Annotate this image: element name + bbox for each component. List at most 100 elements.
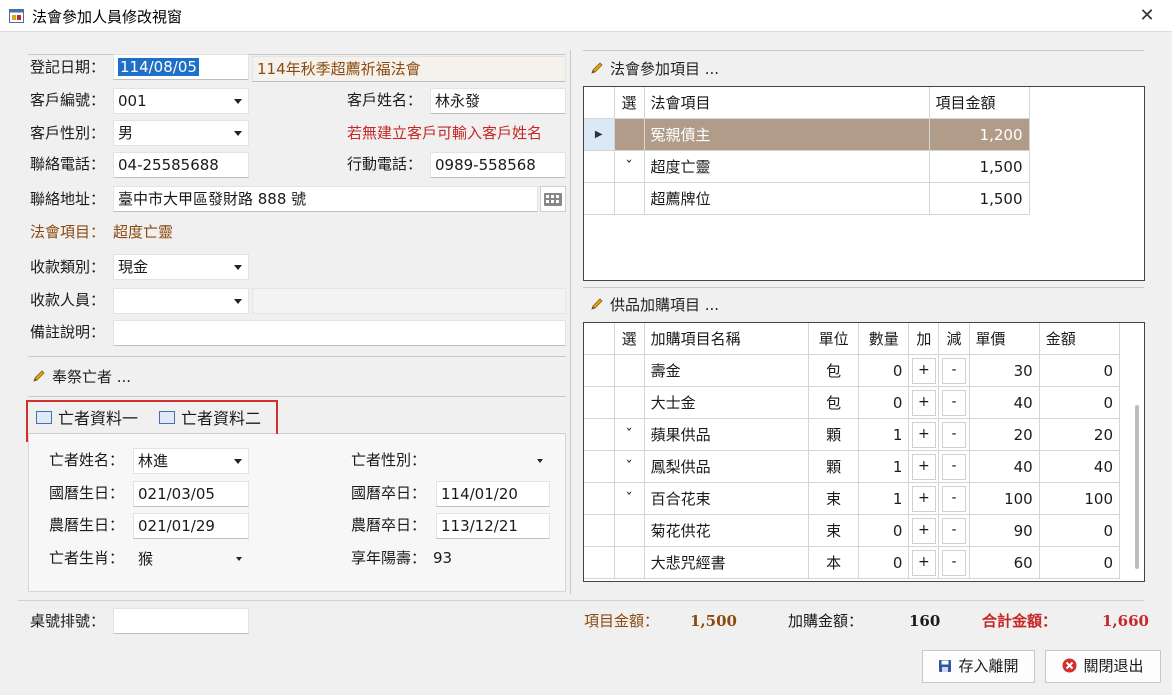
row-header-cell <box>584 182 615 215</box>
note-label: 備註說明： <box>30 323 106 341</box>
row-qty[interactable]: 0 <box>858 354 910 387</box>
deceased-gender-combo[interactable] <box>436 448 550 474</box>
row-qty[interactable]: 0 <box>858 546 910 579</box>
decrement-button[interactable]: - <box>941 421 966 448</box>
decrement-button[interactable]: - <box>941 485 966 512</box>
pay-type-combo[interactable]: 現金 <box>113 254 249 280</box>
row-qty[interactable]: 0 <box>858 386 910 419</box>
row-check[interactable] <box>614 354 645 387</box>
phone-field[interactable]: 04-25585688 <box>113 152 249 178</box>
row-check[interactable] <box>614 386 645 419</box>
note-field[interactable] <box>113 320 566 346</box>
close-icon[interactable]: ✕ <box>1132 2 1162 30</box>
decrement-button[interactable]: - <box>941 357 966 384</box>
row-item-amount: 1,500 <box>929 150 1030 183</box>
lunar-birth-field[interactable]: 021/01/29 <box>133 513 249 539</box>
row-amount: 0 <box>1039 546 1121 579</box>
col-header-amount[interactable]: 項目金額 <box>929 87 1030 119</box>
age-value: 93 <box>433 549 453 567</box>
decrement-button[interactable]: - <box>941 389 966 416</box>
decrement-button[interactable]: - <box>941 517 966 544</box>
zodiac-combo[interactable]: 猴 <box>133 546 249 572</box>
table-row[interactable]: 大悲咒經書本 0 + -60 0 <box>584 546 1121 579</box>
table-row[interactable]: ˇ 百合花束束 1 + -100 100 <box>584 482 1121 515</box>
row-check[interactable]: ˇ <box>614 482 645 515</box>
row-check[interactable]: ˇ <box>614 418 645 451</box>
col-header-amount[interactable]: 金額 <box>1039 323 1121 355</box>
row-item-name: 百合花束 <box>644 482 810 515</box>
increment-button[interactable]: + <box>911 485 936 512</box>
lunar-death-field[interactable]: 113/12/21 <box>436 513 550 539</box>
row-qty[interactable]: 1 <box>858 450 910 483</box>
row-header-cell <box>584 354 615 387</box>
table-row[interactable]: ▶ 冤親債主 1,200 <box>584 118 1030 151</box>
col-header-minus[interactable]: 減 <box>938 323 970 355</box>
decrement-button[interactable]: - <box>941 549 966 576</box>
mobile-field[interactable]: 0989-558568 <box>430 152 566 178</box>
table-row[interactable]: ˇ 蘋果供品顆 1 + -20 20 <box>584 418 1121 451</box>
table-row[interactable]: ˇ 超度亡靈 1,500 <box>584 150 1030 183</box>
col-header-name[interactable]: 加購項目名稱 <box>644 323 810 355</box>
row-minus-cell: - <box>938 546 970 579</box>
row-check[interactable]: ˇ <box>614 150 645 183</box>
customer-no-value: 001 <box>118 92 147 110</box>
keyboard-button[interactable] <box>540 186 566 212</box>
col-header-unit[interactable]: 單位 <box>808 323 860 355</box>
row-item-name: 菊花供花 <box>644 514 810 547</box>
row-minus-cell: - <box>938 514 970 547</box>
increment-button[interactable]: + <box>911 389 936 416</box>
row-check[interactable] <box>614 546 645 579</box>
pay-type-label: 收款類別： <box>30 258 106 276</box>
close-exit-button[interactable]: 關閉退出 <box>1045 650 1161 683</box>
row-amount: 40 <box>1039 450 1121 483</box>
row-qty[interactable]: 1 <box>858 482 910 515</box>
col-header-item[interactable]: 法會項目 <box>644 87 930 119</box>
row-check[interactable]: ˇ <box>614 450 645 483</box>
table-row[interactable]: 菊花供花束 0 + -90 0 <box>584 514 1121 547</box>
row-qty[interactable]: 1 <box>858 418 910 451</box>
customer-name-field[interactable]: 林永發 <box>430 88 566 114</box>
col-header-qty[interactable]: 數量 <box>858 323 910 355</box>
save-exit-button[interactable]: 存入離開 <box>922 650 1035 683</box>
table-row[interactable]: ˇ 鳳梨供品顆 1 + -40 40 <box>584 450 1121 483</box>
col-header-check[interactable]: 選 <box>614 87 645 119</box>
table-row[interactable]: 大士金包 0 + -40 0 <box>584 386 1121 419</box>
payee-combo[interactable] <box>113 288 249 314</box>
scrollbar-thumb[interactable] <box>1135 405 1139 569</box>
reg-date-field[interactable]: 114/08/05 <box>113 54 249 80</box>
col-header-check[interactable]: 選 <box>614 323 645 355</box>
offerings-grid[interactable]: 選 加購項目名稱 單位 數量 加 減 單價 金額 壽金包 0 + -30 0 大士金包 0 +… <box>583 322 1145 582</box>
row-check[interactable] <box>614 514 645 547</box>
col-header-plus[interactable]: 加 <box>908 323 940 355</box>
phone-label: 聯絡電話： <box>30 155 106 173</box>
increment-button[interactable]: + <box>911 357 936 384</box>
row-check[interactable] <box>614 118 645 151</box>
row-header-cell <box>584 87 615 119</box>
address-label: 聯絡地址： <box>30 190 106 208</box>
death-field[interactable]: 114/01/20 <box>436 481 550 507</box>
decrement-button[interactable]: - <box>941 453 966 480</box>
increment-button[interactable]: + <box>911 549 936 576</box>
ceremony-items-grid[interactable]: 選 法會項目 項目金額 ▶ 冤親債主 1,200 ˇ 超度亡靈 1,500 超薦… <box>583 86 1145 281</box>
lunar-birth-label: 農曆生日： <box>49 516 125 534</box>
table-row[interactable]: 超薦牌位 1,500 <box>584 182 1030 215</box>
payee-extra-field[interactable] <box>252 288 566 314</box>
offerings-scrollbar[interactable] <box>1130 323 1144 581</box>
table-row[interactable]: 壽金包 0 + -30 0 <box>584 354 1121 387</box>
deceased-section-text: 奉祭亡者 ... <box>52 368 132 386</box>
col-header-price[interactable]: 單價 <box>969 323 1040 355</box>
row-item-name: 蘋果供品 <box>644 418 810 451</box>
increment-button[interactable]: + <box>911 517 936 544</box>
increment-button[interactable]: + <box>911 421 936 448</box>
row-amount: 0 <box>1039 354 1121 387</box>
table-no-field[interactable] <box>113 608 249 634</box>
birth-field[interactable]: 021/03/05 <box>133 481 249 507</box>
address-field[interactable]: 臺中市大甲區發財路 888 號 <box>113 186 538 212</box>
deceased-name-combo[interactable]: 林進 <box>133 448 249 474</box>
gender-combo[interactable]: 男 <box>113 120 249 146</box>
row-qty[interactable]: 0 <box>858 514 910 547</box>
customer-no-combo[interactable]: 001 <box>113 88 249 114</box>
increment-button[interactable]: + <box>911 453 936 480</box>
row-pointer-icon: ▶ <box>584 118 615 151</box>
row-check[interactable] <box>614 182 645 215</box>
